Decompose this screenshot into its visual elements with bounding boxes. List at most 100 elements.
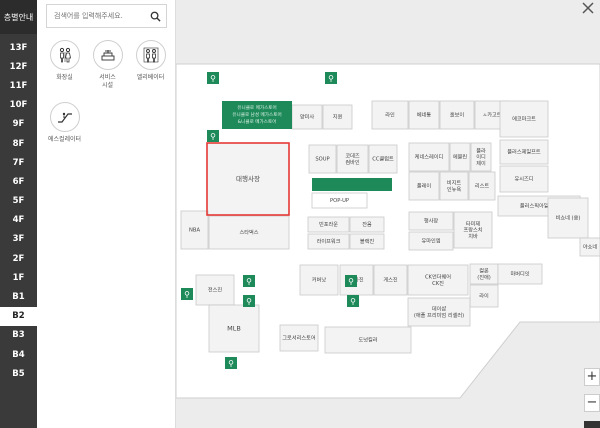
store-40[interactable]: 전스진 [195,274,235,306]
floor-item-b4[interactable]: B4 [0,345,37,364]
store-22[interactable]: POP-UP [311,192,368,209]
floor-item-11f[interactable]: 11F [0,76,37,95]
store-label-32: 커버낫 [312,276,327,284]
floor-item-b3[interactable]: B3 [0,326,37,345]
store-label-42: 그로서리스토어 [282,334,316,342]
floor-item-4f[interactable]: 4F [0,211,37,230]
store-25[interactable]: 빈포라운 [307,216,350,233]
store-36[interactable]: 컬론(진애) [469,263,499,285]
store-4[interactable]: 홀보이 [439,100,475,130]
store-39[interactable]: 데이샵(애플 프리미엄 리셀러) [407,297,471,327]
store-label-3: 베네통 [417,111,432,119]
store-27[interactable]: 라이프워크 [307,233,350,250]
store-31[interactable]: 유마인엠 [408,231,454,251]
uniqlo-block[interactable]: 유니클로 메가스토어유니클로 남성 메가스토어&니클로 메가스토어 [222,101,292,129]
facility-service-label: 서비스 시설 [99,74,116,89]
store-24[interactable]: 스타벅스 [208,215,290,250]
store-41[interactable]: MLB [208,304,260,353]
floor-item-b1[interactable]: B1 [0,287,37,306]
store-label-0: 양미사 [300,113,315,121]
floor-item-1f[interactable]: 1F [0,268,37,287]
store-34[interactable]: 게스진 [373,264,408,296]
facility-restroom-label: 화장실 [56,74,73,81]
floor-item-9f[interactable]: 9F [0,115,37,134]
zoom-in-button[interactable]: + [584,368,600,386]
store-37[interactable]: 마버디잇 [497,263,543,285]
store-38[interactable]: 라이 [469,284,499,308]
store-label-17: 플러스제일프트 [507,148,541,156]
store-18[interactable]: 유시즈디 [499,165,549,193]
store-23[interactable]: NBA [180,210,209,250]
facility-marker-glyph: ⚲ [210,74,216,83]
store-17[interactable]: 플러스제일프트 [499,139,549,165]
store-label-13: 이디 [476,153,486,161]
store-3[interactable]: 베네통 [408,100,440,130]
close-icon[interactable] [582,2,594,14]
store-10[interactable]: CC클럽트 [368,144,398,174]
floor-item-b5[interactable]: B5 [0,364,37,383]
store-1[interactable]: 지퀸 [322,104,353,130]
store-32[interactable]: 커버낫 [299,264,339,296]
store-0[interactable]: 양미사 [291,104,323,130]
store-29[interactable]: 행사장 [408,211,454,231]
facility-service[interactable]: 서비스 시설 [86,40,129,90]
store-28[interactable]: 블랙진 [349,233,385,250]
floor-item-8f[interactable]: 8F [0,134,37,153]
store-12[interactable]: 에블린 [449,142,471,172]
store-43[interactable]: 도넛킬러 [324,326,412,354]
facility-escalator[interactable]: 에스컬레이터 [43,102,86,144]
store-20[interactable]: 비쇼네 (쏭) [547,197,589,239]
facility-filters: 화장실 서비스 시설 엘리베이터 에스컬레이터 [43,40,173,144]
store-15[interactable]: 비지트인뉴욕 [439,171,469,201]
uniqlo-label: &니클로 메가스토어 [238,118,277,125]
store-label-20: 비쇼네 (쏭) [556,214,581,222]
store-21[interactable]: 야쇼네 [579,237,600,257]
floor-item-12f[interactable]: 12F [0,57,37,76]
zoom-out-button[interactable]: − [584,394,600,412]
store-11[interactable]: 케네스레이디 [408,142,450,172]
facility-marker-glyph: ⚲ [246,277,252,286]
floor-item-5f[interactable]: 5F [0,192,37,211]
store-7[interactable]: 대행사장 [206,142,290,216]
facility-marker-glyph: ⚲ [350,297,356,306]
store-label-8: SOUP [315,157,329,163]
search-icon[interactable] [145,5,165,27]
store-label-13: 플라 [476,147,486,155]
store-label-24: 스타벅스 [239,228,258,236]
floor-item-10f[interactable]: 10F [0,96,37,115]
store-14[interactable]: 폴레이 [408,171,440,201]
floor-plan: 양미사 지퀸 라인 베네통 홀보이 ㅅ카고트에코마크트대행사장SOUP코데즈컴바인CC클럽… [176,63,600,399]
store-26[interactable]: 잔움 [349,216,385,233]
store-9[interactable]: 코데즈컴바인 [336,144,369,174]
floor-item-3f[interactable]: 3F [0,230,37,249]
store-16[interactable]: 리스트 [468,171,496,201]
facility-elevator[interactable]: 엘리베이터 [129,40,172,90]
store-42[interactable]: 그로서리스토어 [279,324,319,352]
store-label-9: 코데즈 [345,152,360,160]
facility-restroom[interactable]: 화장실 [43,40,86,90]
store-label-21: 야쇼네 [583,243,598,251]
store-label-39: 데이샵 [432,305,447,313]
store-2[interactable]: 라인 [371,100,409,130]
store-35[interactable]: CK언더웨어CK진 [407,264,469,296]
floor-item-6f[interactable]: 6F [0,172,37,191]
floor-nav: 층별안내 13F 12F 11F 10F 9F 8F 7F 6F 5F 4F 3F 2F 1F B1 B2 B… [0,0,37,428]
store-label-2: 라인 [385,111,395,119]
facility-elevator-label: 엘리베이터 [136,74,165,81]
service-desk-icon [92,40,123,70]
floor-item-13f[interactable]: 13F [0,38,37,57]
uniqlo-label: 유니클로 메가스토어 [237,104,277,111]
floor-item-b2[interactable]: B2 [0,306,37,326]
store-13[interactable]: 플라이디제이 [470,142,492,172]
map-scroll-handle[interactable] [584,421,600,428]
store-label-18: 유시즈디 [514,175,533,183]
floor-item-7f[interactable]: 7F [0,153,37,172]
store-30[interactable]: 타미제프랑스치치바 [453,211,493,249]
search-input[interactable] [47,12,145,20]
store-label-16: 리스트 [475,182,490,190]
store-8[interactable]: SOUP [308,144,337,174]
facility-escalator-label: 에스컬레이터 [47,136,82,143]
store-6[interactable]: 에코마크트 [499,100,549,138]
floor-item-2f[interactable]: 2F [0,249,37,268]
store-label-27: 라이프워크 [317,237,341,245]
